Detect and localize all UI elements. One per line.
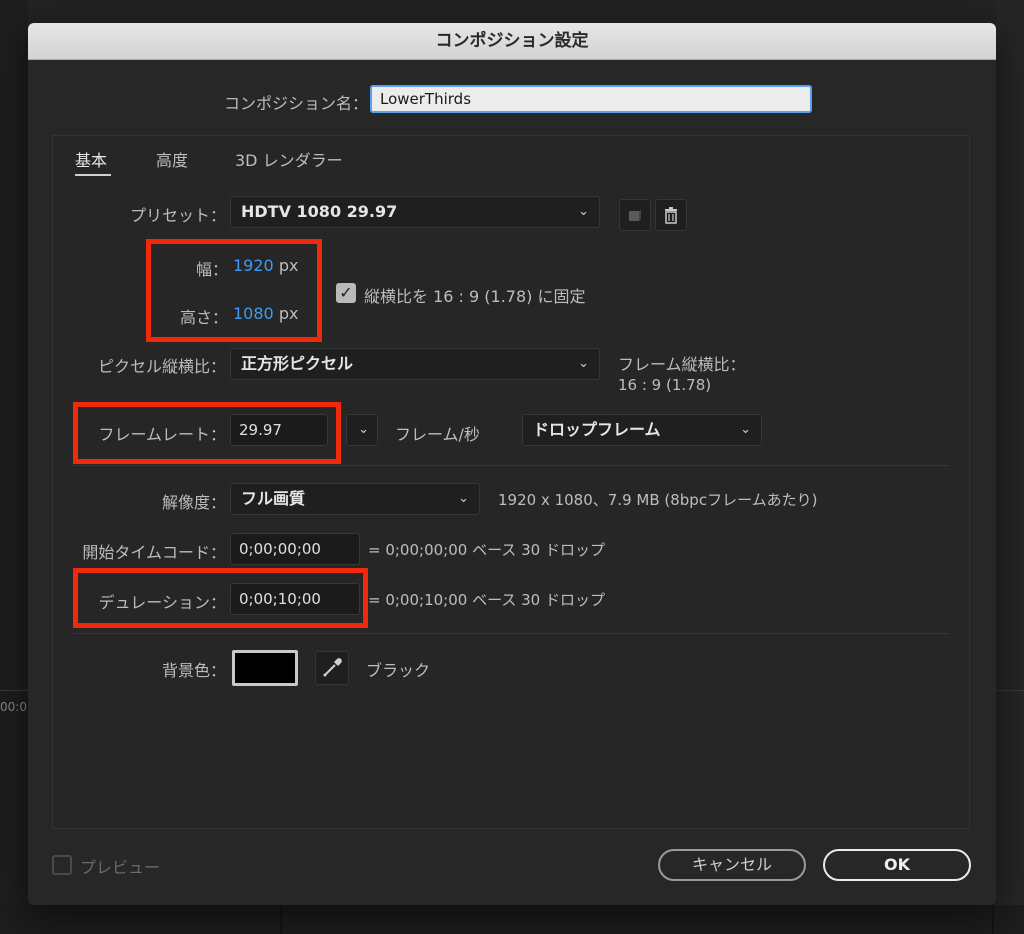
eyedropper-button[interactable] [315, 651, 349, 685]
chevron-down-icon: ⌄ [740, 422, 751, 437]
aspect-lock-checkbox[interactable]: ✓ [336, 283, 356, 303]
background-bottom-bar [0, 905, 1024, 934]
bg-color-fill [235, 653, 295, 683]
tab-basic[interactable]: 基本 [75, 147, 107, 171]
resolution-value: フル画質 [241, 489, 306, 508]
resolution-label: 解像度： [161, 493, 226, 512]
aspect-lock-label: 縦横比を 16 : 9 (1.78) に固定 [364, 287, 586, 306]
chevron-down-icon: ⌄ [578, 356, 589, 371]
preset-dropdown[interactable]: HDTV 1080 29.97 ⌄ [230, 196, 600, 228]
dialog-title: コンポジション設定 [28, 23, 996, 60]
preview-label: プレビュー [80, 858, 161, 877]
background-divider [0, 690, 28, 691]
chevron-down-icon: ⌄ [578, 204, 589, 219]
start-timecode-label: 開始タイムコード： [82, 543, 226, 562]
background-left-panel [0, 0, 28, 934]
active-tab-indicator [75, 174, 111, 176]
bg-color-swatch[interactable] [232, 650, 298, 686]
chevron-down-icon: ⌄ [458, 491, 469, 506]
composition-name-input[interactable]: LowerThirds [370, 85, 812, 113]
ok-button[interactable]: OK [823, 849, 971, 881]
delete-preset-button[interactable] [655, 199, 687, 231]
bg-color-name: ブラック [366, 661, 431, 680]
checkmark-icon: ✓ [339, 283, 353, 302]
new-preset-icon [629, 209, 641, 221]
pixel-aspect-dropdown[interactable]: 正方形ピクセル ⌄ [230, 348, 600, 380]
background-divider [280, 905, 282, 934]
bg-color-label: 背景色： [161, 661, 226, 680]
preset-label: プリセット： [129, 206, 226, 225]
trash-icon [665, 207, 677, 224]
section-divider [73, 633, 949, 634]
chevron-down-icon: ⌄ [358, 422, 369, 437]
frame-rate-menu-button[interactable]: ⌄ [346, 414, 378, 446]
preview-checkbox[interactable] [52, 855, 72, 875]
background-divider [992, 905, 994, 934]
pixel-aspect-label: ピクセル縦横比： [97, 357, 226, 376]
highlight-box-size [146, 239, 322, 342]
drop-frame-dropdown[interactable]: ドロップフレーム ⌄ [522, 414, 762, 446]
background-divider [996, 690, 1024, 691]
background-right-panel [996, 0, 1024, 934]
start-timecode-info: = 0;00;00;00 ベース 30 ドロップ [368, 541, 605, 559]
tab-3d-renderer[interactable]: 3D レンダラー [235, 147, 343, 171]
tab-advanced[interactable]: 高度 [156, 147, 188, 171]
frame-rate-unit: フレーム/秒 [395, 425, 480, 444]
highlight-box-frame-rate [73, 402, 341, 464]
duration-info: = 0;00;10;00 ベース 30 ドロップ [368, 591, 605, 609]
background-timecode: 00:0 [0, 700, 27, 714]
start-timecode-input[interactable]: 0;00;00;00 [230, 533, 360, 565]
highlight-box-duration [73, 568, 368, 628]
resolution-dropdown[interactable]: フル画質 ⌄ [230, 483, 480, 515]
composition-name-label: コンポジション名： [223, 94, 368, 113]
cancel-button[interactable]: キャンセル [658, 849, 806, 881]
eyedropper-icon [323, 658, 342, 677]
frame-aspect-label: フレーム縦横比： [618, 355, 746, 374]
preset-value: HDTV 1080 29.97 [241, 202, 398, 221]
resolution-info: 1920 x 1080、7.9 MB (8bpcフレームあたり) [498, 491, 818, 509]
drop-frame-value: ドロップフレーム [533, 420, 661, 439]
new-preset-button[interactable] [619, 199, 651, 231]
composition-settings-dialog: コンポジション設定 コンポジション名： LowerThirds 基本 高度 3D… [28, 23, 996, 905]
frame-aspect-value: 16 : 9 (1.78) [618, 376, 712, 394]
pixel-aspect-value: 正方形ピクセル [241, 354, 354, 373]
section-divider [73, 465, 949, 466]
